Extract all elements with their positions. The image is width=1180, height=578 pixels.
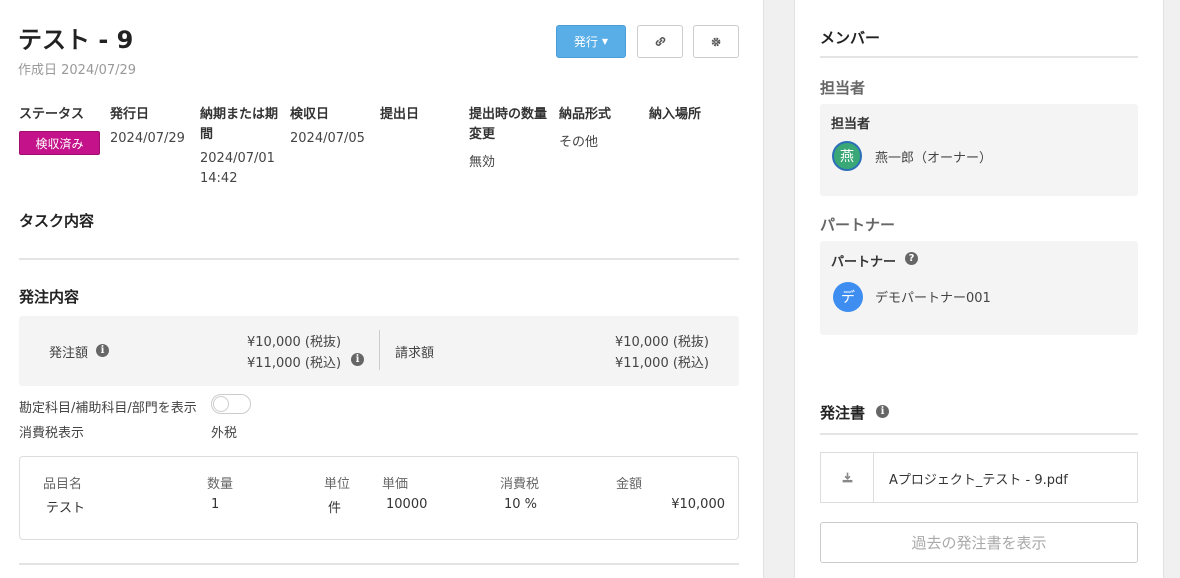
table-header: 消費税 — [500, 477, 540, 492]
link-icon — [655, 37, 665, 46]
items-table: 品目名 数量 単位 単価 消費税 金額 テスト 1 件 10000 10 % ¥… — [19, 456, 739, 540]
order-amount-excl: ¥10,000 (税抜) — [247, 335, 342, 350]
toggle-knob — [213, 396, 229, 412]
partner-box-label: パートナー — [831, 255, 897, 270]
acceptance-date-label: 検収日 — [290, 107, 330, 122]
delivery-format-label: 納品形式 — [559, 107, 612, 122]
tax-display-value: 外税 — [211, 426, 238, 441]
status-label: ステータス — [19, 107, 85, 122]
task-heading: タスク内容 — [19, 212, 95, 230]
qty-change-label-line2: 変更 — [469, 127, 496, 142]
po-file-name[interactable]: Aプロジェクト_テスト - 9.pdf — [889, 469, 1068, 488]
delivery-format-value: その他 — [559, 135, 599, 150]
table-cell: 1 — [211, 497, 220, 512]
assignee-box-label: 担当者 — [831, 117, 871, 132]
settings-button[interactable] — [693, 25, 739, 58]
status-badge: 検収済み — [19, 131, 100, 155]
delivery-place-label: 納入場所 — [649, 107, 702, 122]
table-cell: 10 % — [504, 497, 538, 512]
copy-link-button[interactable] — [637, 25, 683, 58]
table-header: 単位 — [324, 477, 351, 492]
sidebar-panel: メンバー 担当者 担当者 燕 燕一郎（オーナー） パートナー パートナー ? デ… — [794, 0, 1164, 578]
download-button[interactable] — [821, 453, 874, 502]
past-po-button[interactable]: 過去の発注書を表示 — [820, 522, 1138, 563]
deadline-label-line2: 間 — [200, 127, 214, 142]
divider — [820, 56, 1138, 58]
download-icon — [842, 472, 852, 483]
table-cell: テスト — [46, 501, 86, 516]
divider — [19, 258, 739, 260]
tax-display-label: 消費税表示 — [19, 426, 85, 441]
avatar: デ — [833, 282, 863, 312]
qty-change-value: 無効 — [469, 155, 496, 170]
invoice-incl: ¥11,000 (税込) — [614, 356, 709, 371]
avatar: 燕 — [832, 141, 862, 171]
main-panel: テスト - 9 作成日 2024/07/29 発行 ▼ ステータス 検収済み 発… — [0, 0, 764, 578]
order-amount-incl: ¥11,000 (税込) — [247, 356, 342, 371]
acceptance-date-value: 2024/07/05 — [290, 131, 365, 146]
issue-date-label: 発行日 — [110, 107, 150, 122]
account-toggle-label: 勘定科目/補助科目/部門を表示 — [19, 401, 197, 416]
table-cell: 件 — [328, 501, 342, 516]
table-header: 金額 — [616, 477, 643, 492]
deadline-value-line1: 2024/07/01 — [200, 151, 275, 166]
table-header: 品目名 — [43, 477, 83, 492]
assignee-name: 燕一郎（オーナー） — [875, 151, 993, 166]
table-header: 単価 — [382, 477, 409, 492]
partner-box: パートナー ? デ デモパートナー001 — [820, 241, 1138, 335]
help-icon[interactable]: ? — [905, 252, 918, 265]
table-cell: 10000 — [386, 497, 428, 512]
issue-button[interactable]: 発行 ▼ — [556, 25, 626, 58]
invoice-label: 請求額 — [395, 346, 435, 361]
po-heading: 発注書 — [820, 404, 866, 422]
divider — [19, 563, 739, 565]
info-icon[interactable]: i — [351, 353, 364, 366]
deadline-value-line2: 14:42 — [200, 171, 238, 186]
info-icon[interactable]: i — [96, 344, 109, 357]
caret-down-icon: ▼ — [601, 37, 609, 46]
vertical-divider — [379, 330, 380, 370]
order-amount-box: 発注額 i ¥10,000 (税抜) ¥11,000 (税込) i 請求額 ¥1… — [19, 316, 739, 386]
page-title: テスト - 9 — [18, 26, 134, 54]
partner-name: デモパートナー001 — [875, 291, 991, 306]
created-date: 作成日 2024/07/29 — [18, 63, 137, 78]
order-heading: 発注内容 — [19, 288, 80, 306]
deadline-label-line1: 納期または期 — [200, 107, 279, 122]
qty-change-label-line1: 提出時の数量 — [469, 107, 548, 122]
members-heading: メンバー — [820, 29, 881, 47]
assignee-section-heading: 担当者 — [820, 79, 866, 97]
po-file-item[interactable]: Aプロジェクト_テスト - 9.pdf — [820, 452, 1138, 503]
table-cell: ¥10,000 — [671, 497, 725, 512]
info-icon[interactable]: i — [876, 405, 889, 418]
submit-date-label: 提出日 — [380, 107, 420, 122]
account-toggle[interactable] — [211, 394, 251, 414]
partner-section-heading: パートナー — [820, 216, 896, 234]
gear-icon — [711, 37, 721, 46]
issue-button-label: 発行 — [573, 35, 598, 49]
divider — [820, 433, 1138, 435]
assignee-box: 担当者 燕 燕一郎（オーナー） — [820, 104, 1138, 196]
issue-date-value: 2024/07/29 — [110, 131, 185, 146]
order-amount-label: 発注額 — [49, 346, 89, 361]
invoice-excl: ¥10,000 (税抜) — [614, 335, 709, 350]
table-header: 数量 — [207, 477, 234, 492]
